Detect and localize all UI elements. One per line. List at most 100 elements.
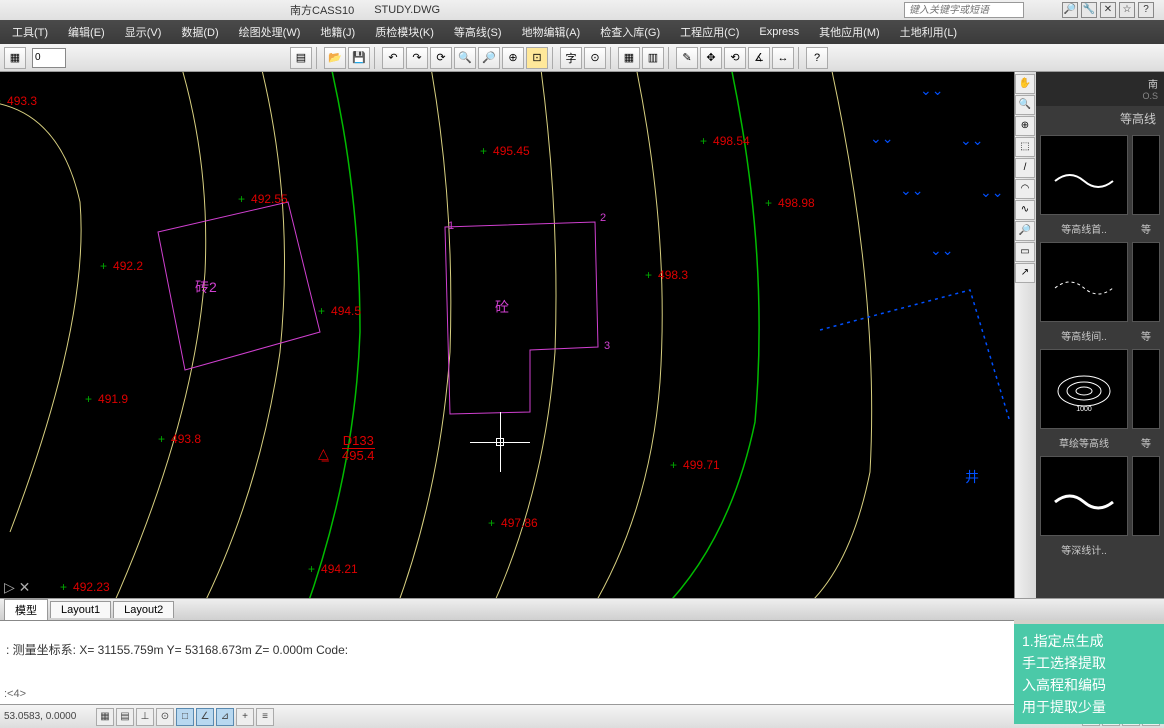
- menu-express[interactable]: Express: [751, 23, 807, 41]
- point-icon[interactable]: ⊙: [584, 47, 606, 69]
- elev-point: 497.86: [488, 516, 538, 530]
- svg-text:1000: 1000: [1076, 406, 1092, 413]
- zoom-in-icon[interactable]: 🔍: [454, 47, 476, 69]
- depth-contour-button[interactable]: [1040, 456, 1128, 536]
- vertex-num: 2: [600, 212, 606, 224]
- elev-point: 492.2: [100, 259, 143, 273]
- tool-view-icon[interactable]: ▭: [1015, 242, 1035, 262]
- star-icon[interactable]: ☆: [1119, 2, 1135, 18]
- command-prompt: :<4>: [4, 688, 26, 700]
- menu-land[interactable]: 土地利用(L): [892, 21, 965, 43]
- survey-annotation: D133 495.4: [342, 434, 375, 463]
- contour-btn4[interactable]: [1132, 242, 1160, 322]
- contour-first-button[interactable]: [1040, 135, 1128, 215]
- tick-icon: ⌄⌄: [960, 132, 983, 149]
- tool-line-icon[interactable]: /: [1015, 158, 1035, 178]
- layout2-icon[interactable]: ▥: [642, 47, 664, 69]
- tool-pick-icon[interactable]: ↗: [1015, 263, 1035, 283]
- tool-zoom-icon[interactable]: 🔍: [1015, 95, 1035, 115]
- menu-cadastre[interactable]: 地籍(J): [312, 21, 363, 43]
- panel-header: 南 O.S: [1036, 72, 1164, 106]
- menu-edit[interactable]: 编辑(E): [60, 21, 113, 43]
- help2-icon[interactable]: ?: [806, 47, 828, 69]
- otrack-icon[interactable]: ∠: [196, 708, 214, 726]
- dyn-icon[interactable]: +: [236, 708, 254, 726]
- tick-icon: ⌄⌄: [920, 82, 943, 99]
- save-icon[interactable]: 💾: [348, 47, 370, 69]
- tab-layout2[interactable]: Layout2: [113, 601, 174, 618]
- menu-data[interactable]: 数据(D): [173, 21, 226, 43]
- search-input[interactable]: [904, 2, 1024, 18]
- menu-feature-edit[interactable]: 地物编辑(A): [514, 21, 589, 43]
- measure-icon[interactable]: ∡: [748, 47, 770, 69]
- menu-check[interactable]: 检查入库(G): [592, 21, 668, 43]
- tool-zoomin-icon[interactable]: ⊕: [1015, 116, 1035, 136]
- elev-point: 498.54: [700, 134, 750, 148]
- grid-icon[interactable]: ▤: [290, 47, 312, 69]
- tool-pan-icon[interactable]: ✋: [1015, 74, 1035, 94]
- menu-contour[interactable]: 等高线(S): [446, 21, 510, 43]
- well-label: 井: [965, 467, 979, 487]
- menu-qc[interactable]: 质检模块(K): [367, 21, 442, 43]
- osnap-icon[interactable]: □: [176, 708, 194, 726]
- tool-zoom2-icon[interactable]: 🔎: [1015, 221, 1035, 241]
- tab-layout1[interactable]: Layout1: [50, 601, 111, 618]
- binoculars-icon[interactable]: 🔎: [1062, 2, 1078, 18]
- brush-icon[interactable]: ✎: [676, 47, 698, 69]
- ortho-icon[interactable]: ⊥: [136, 708, 154, 726]
- survey-mark-icon: △̲: [318, 445, 329, 462]
- menu-draw[interactable]: 绘图处理(W): [231, 21, 309, 43]
- sketch-contour-button[interactable]: 1000: [1040, 349, 1128, 429]
- help-icon[interactable]: ?: [1138, 2, 1154, 18]
- contour-btn2[interactable]: [1132, 135, 1160, 215]
- drawing-canvas[interactable]: 493.3 492.55 492.2 494.5 491.9 493.8 492…: [0, 72, 1014, 620]
- tool-curve-icon[interactable]: ∿: [1015, 200, 1035, 220]
- wrench-icon[interactable]: 🔧: [1081, 2, 1097, 18]
- menu-engineering[interactable]: 工程应用(C): [672, 21, 747, 43]
- tick-icon: ⌄⌄: [870, 130, 893, 147]
- move-icon[interactable]: ✥: [700, 47, 722, 69]
- cross-icon[interactable]: ✕: [1100, 2, 1116, 18]
- zoom-out-icon[interactable]: 🔎: [478, 47, 500, 69]
- tab-model[interactable]: 模型: [4, 599, 48, 620]
- rotate-icon[interactable]: ⟲: [724, 47, 746, 69]
- menu-bar: 工具(T) 编辑(E) 显示(V) 数据(D) 绘图处理(W) 地籍(J) 质检…: [0, 20, 1164, 44]
- layout1-icon[interactable]: ▦: [618, 47, 640, 69]
- elev-point: 499.71: [670, 458, 720, 472]
- grid-icon[interactable]: ▤: [116, 708, 134, 726]
- snap-icon[interactable]: ▦: [96, 708, 114, 726]
- open-icon[interactable]: 📂: [324, 47, 346, 69]
- tool-arc-icon[interactable]: ◠: [1015, 179, 1035, 199]
- menu-view[interactable]: 显示(V): [117, 21, 170, 43]
- title-icons: 🔎 🔧 ✕ ☆ ?: [1062, 2, 1154, 18]
- tick-icon: ⌄⌄: [900, 182, 923, 199]
- undo-icon[interactable]: ↶: [382, 47, 404, 69]
- ucs-icon: ▷ ✕: [4, 579, 30, 596]
- elev-point: 494.5: [318, 304, 361, 318]
- refresh-icon[interactable]: ⟳: [430, 47, 452, 69]
- building-label: 砼: [495, 297, 509, 317]
- polar-icon[interactable]: ⊙: [156, 708, 174, 726]
- vertex-num: 1: [448, 220, 454, 232]
- contour-btn8[interactable]: [1132, 456, 1160, 536]
- command-area[interactable]: : 测量坐标系: X= 31155.759m Y= 53168.673m Z= …: [0, 620, 1014, 704]
- layer-icon[interactable]: ▦: [4, 47, 26, 69]
- zoom-extent-icon[interactable]: ⊕: [502, 47, 524, 69]
- menu-other[interactable]: 其他应用(M): [811, 21, 888, 43]
- elev-point: 498.3: [645, 268, 688, 282]
- contour-btn6[interactable]: [1132, 349, 1160, 429]
- tool-selected-icon[interactable]: ⬚: [1015, 137, 1035, 157]
- elev-point: 493.8: [158, 432, 201, 446]
- text-icon[interactable]: 字: [560, 47, 582, 69]
- menu-tools[interactable]: 工具(T): [4, 21, 56, 43]
- contour-interval-button[interactable]: [1040, 242, 1128, 322]
- tick-icon: ⌄⌄: [980, 184, 1003, 201]
- redo-icon[interactable]: ↷: [406, 47, 428, 69]
- elev-point: 492.55: [238, 192, 288, 206]
- zoom-window-icon[interactable]: ⊡: [526, 47, 548, 69]
- layer-combo[interactable]: [32, 48, 66, 68]
- ducs-icon[interactable]: ⊿: [216, 708, 234, 726]
- lwt-icon[interactable]: ≡: [256, 708, 274, 726]
- dim-icon[interactable]: ↔: [772, 47, 794, 69]
- elev-point: 495.45: [480, 144, 530, 158]
